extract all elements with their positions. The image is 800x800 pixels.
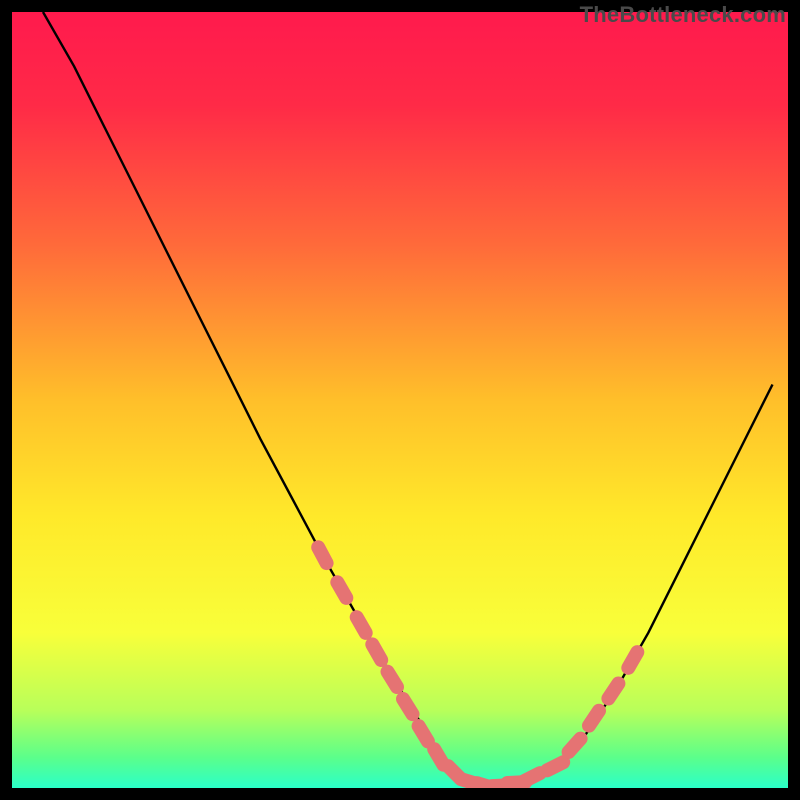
data-point-marker [628, 652, 637, 668]
data-point-marker [589, 711, 599, 726]
data-point-marker [547, 762, 563, 770]
data-point-marker [569, 739, 581, 752]
watermark-text: TheBottleneck.com [580, 2, 786, 28]
data-point-marker [388, 672, 398, 687]
data-point-marker [318, 547, 326, 563]
data-point-marker [403, 699, 413, 714]
data-point-marker [419, 726, 428, 741]
data-point-marker [357, 617, 366, 633]
chart-frame [12, 12, 788, 788]
data-point-marker [434, 749, 443, 765]
gradient-background [12, 12, 788, 788]
data-point-marker [337, 582, 346, 598]
bottleneck-chart [12, 12, 788, 788]
data-point-marker [524, 773, 540, 781]
data-point-marker [608, 684, 618, 699]
data-point-marker [372, 644, 381, 660]
